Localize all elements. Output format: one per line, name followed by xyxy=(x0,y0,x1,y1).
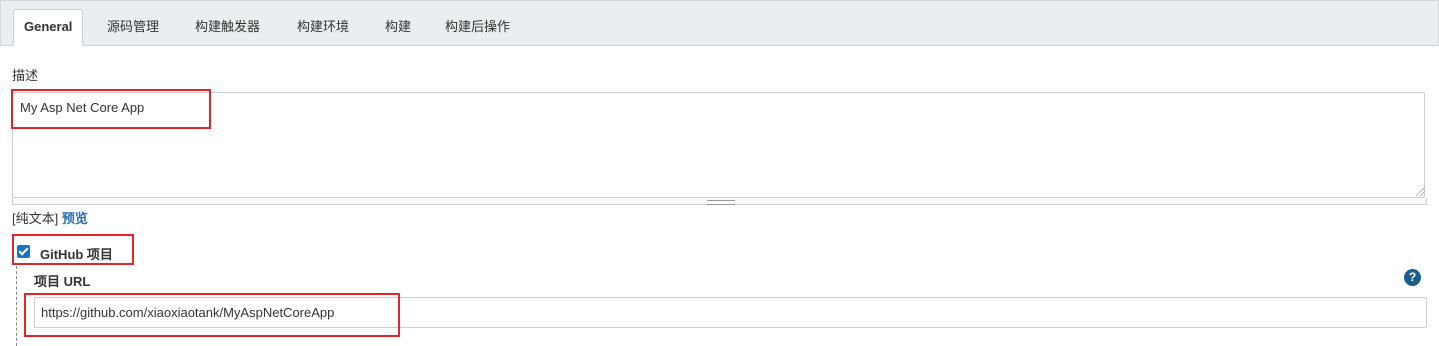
description-label: 描述 xyxy=(12,68,39,83)
tab-general[interactable]: General xyxy=(13,9,84,46)
textarea-drag-handle[interactable] xyxy=(12,198,1427,205)
tab-bar: General 源码管理 构建触发器 构建环境 构建 构建后操作 xyxy=(0,0,1439,46)
question-circle-icon[interactable]: ? xyxy=(1404,269,1421,286)
tab-build[interactable]: 构建 xyxy=(385,10,411,44)
description-textarea[interactable]: My Asp Net Core App xyxy=(12,92,1425,198)
plain-text-label: [纯文本] xyxy=(12,211,59,226)
tab-build-triggers[interactable]: 构建触发器 xyxy=(195,10,260,44)
project-url-label: 项目 URL xyxy=(34,274,91,289)
preview-link[interactable]: 预览 xyxy=(62,211,88,226)
section-indent-line xyxy=(16,266,17,346)
tab-post-build-actions[interactable]: 构建后操作 xyxy=(445,10,510,44)
github-project-checkbox[interactable] xyxy=(17,245,30,258)
tab-build-environment[interactable]: 构建环境 xyxy=(297,10,349,44)
github-project-label: GitHub 项目 xyxy=(40,247,113,262)
project-url-input[interactable] xyxy=(34,297,1427,328)
resize-grip-icon[interactable] xyxy=(1416,187,1425,196)
tab-source-control[interactable]: 源码管理 xyxy=(107,10,159,44)
grip-icon xyxy=(707,200,735,205)
format-toggle: [纯文本] 预览 xyxy=(12,208,88,227)
